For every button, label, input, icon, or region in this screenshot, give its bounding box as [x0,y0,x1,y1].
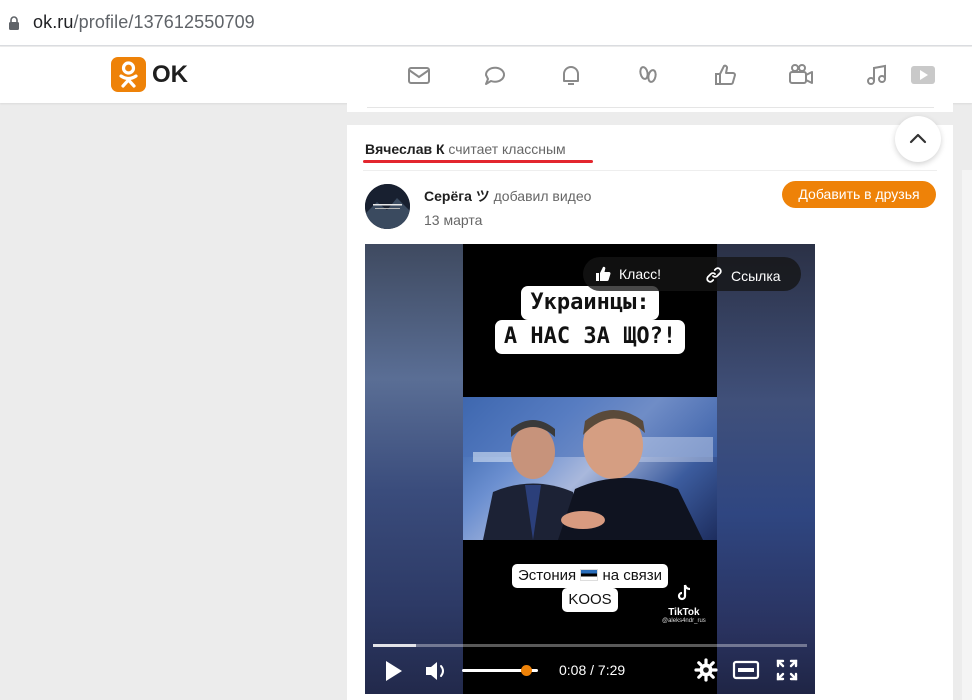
scrollbar[interactable] [962,170,972,700]
volume-knob[interactable] [521,665,532,676]
video-blur-left [365,244,463,694]
tiktok-label: TikTok [668,607,700,618]
author-name[interactable]: Серёга ツ [424,188,490,204]
tiktok-watermark: TikTok @aleks4ndr_rus [662,584,706,624]
fullscreen-icon[interactable] [775,658,799,684]
avatar[interactable] [365,184,410,229]
link-label: Ссылка [731,268,781,284]
browser-address-bar[interactable]: ok.ru/profile/137612550709 [0,0,972,46]
liker-underline [363,160,593,163]
chevron-up-icon [909,133,927,144]
url-text[interactable]: ok.ru/profile/137612550709 [33,12,255,33]
liker-name[interactable]: Вячеслав К [365,141,445,157]
author-action: добавил видео [493,188,592,204]
post-date[interactable]: 13 марта [424,212,482,228]
music-icon[interactable] [863,61,891,89]
ok-logo-icon[interactable] [111,57,146,92]
author-line: Серёга ツ добавил видео [424,186,591,206]
messages-icon[interactable] [405,61,433,89]
video-player[interactable]: Украинцы: А НАС ЗА ЩО?! Эстония на связи… [365,244,815,694]
buffered-progress [373,644,416,647]
marks-icon[interactable] [711,61,739,89]
card-divider [363,170,937,171]
thumbs-up-icon [596,266,611,281]
play-icon[interactable] [383,658,405,684]
time-display: 0:08 / 7:29 [559,662,626,678]
klass-button[interactable]: Класс! [595,266,661,282]
lock-icon [8,16,20,30]
guests-icon[interactable] [634,61,662,89]
progress-bar[interactable] [373,644,807,647]
video-icon[interactable] [787,61,815,89]
liker-line: Вячеслав К считает классным [365,141,566,157]
caption-text-2: на связи [602,567,662,584]
gear-icon[interactable] [694,658,718,684]
url-path: /profile/137612550709 [73,12,255,32]
tiktok-icon [677,584,690,601]
video-blur-right [717,244,815,694]
divider [367,107,934,108]
liker-action: считает классным [448,141,566,157]
link-icon [706,267,722,283]
video-player-icon[interactable] [907,61,935,89]
site-header: OK [0,47,972,103]
caption-text-1: Эстония [518,567,577,584]
scroll-to-top-button[interactable] [895,116,941,162]
caption-line2: KOOS [562,588,618,612]
estonia-flag-icon [580,569,599,581]
tiktok-handle: @aleks4ndr_rus [662,618,706,624]
klass-label: Класс! [619,266,661,282]
video-actions-pill: Класс! Ссылка [583,257,801,291]
notifications-icon[interactable] [557,61,585,89]
url-host: ok.ru [33,12,74,32]
logo-text[interactable]: OK [152,61,188,89]
link-button[interactable]: Ссылка [705,266,781,284]
volume-icon[interactable] [424,658,450,684]
discussions-icon[interactable] [481,61,509,89]
caption-line1: Эстония на связи [512,564,668,588]
video-title-overlay: Украинцы: А НАС ЗА ЩО?! [479,286,701,354]
add-friend-button[interactable]: Добавить в друзья [782,181,936,208]
video-title-line2: А НАС ЗА ЩО?! [494,320,686,354]
video-scene [463,397,717,540]
video-title-line1: Украинцы: [521,286,659,320]
miniplayer-icon[interactable] [732,658,760,684]
